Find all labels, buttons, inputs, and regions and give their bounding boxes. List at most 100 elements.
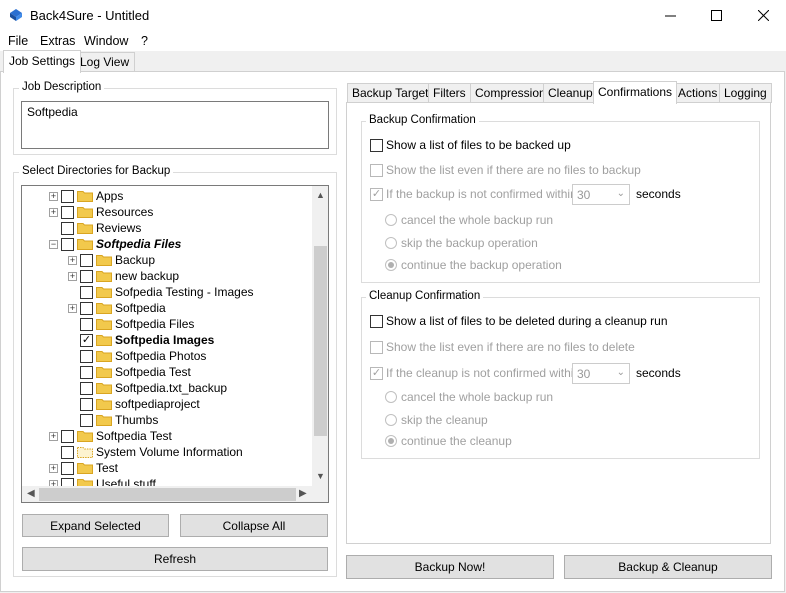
expand-icon[interactable]: +	[49, 207, 58, 217]
cleanup-skip-radio[interactable]	[385, 414, 397, 426]
tree-item[interactable]: Softpedia.txt_backup	[68, 380, 227, 396]
tree-item-checkbox[interactable]	[80, 301, 93, 315]
menu-help[interactable]: ?	[141, 34, 148, 48]
tree-item[interactable]: ✓ Softpedia Images	[68, 332, 214, 348]
expand-icon[interactable]: +	[68, 271, 77, 281]
tree-item[interactable]: + new backup	[68, 268, 179, 284]
scroll-right-arrow-icon[interactable]: ▶	[299, 488, 307, 499]
tree-item-checkbox[interactable]: ✓	[80, 333, 93, 347]
backup-continue-option[interactable]: continue the backup operation	[385, 258, 562, 272]
tree-item-checkbox[interactable]	[61, 461, 74, 475]
refresh-button[interactable]: Refresh	[22, 547, 328, 571]
tree-item[interactable]: + Useful stuff	[49, 476, 156, 486]
minimize-button[interactable]	[647, 0, 693, 31]
cleanup-seconds-combo[interactable]: 30 ⌄	[572, 363, 630, 384]
tree-item-checkbox[interactable]	[61, 221, 74, 235]
tree-item[interactable]: System Volume Information	[49, 444, 243, 460]
tree-item-checkbox[interactable]	[61, 445, 74, 459]
backup-cancel-radio[interactable]	[385, 214, 397, 226]
tree-item[interactable]: Sofpedia Testing - Images	[68, 284, 254, 300]
cleanup-skip-option[interactable]: skip the cleanup	[385, 413, 488, 427]
tree-vertical-scrollbar[interactable]: ▲ ▼	[312, 186, 328, 486]
cleanup-show-list-checkbox[interactable]	[370, 314, 383, 328]
backup-now-button[interactable]: Backup Now!	[346, 555, 554, 579]
tab-actions[interactable]: Actions	[673, 83, 723, 103]
tree-item-checkbox[interactable]	[80, 381, 93, 395]
cleanup-timeout-option[interactable]: ✓ If the cleanup is not confirmed within	[370, 366, 580, 380]
tree-item[interactable]: + Test	[49, 460, 118, 476]
tree-item[interactable]: Thumbs	[68, 412, 158, 428]
tree-item-checkbox[interactable]	[61, 477, 74, 486]
expand-icon[interactable]: +	[49, 463, 58, 473]
job-description-input[interactable]: Softpedia	[21, 101, 329, 149]
tree-item[interactable]: + Softpedia Test	[49, 428, 172, 444]
expand-icon[interactable]: +	[68, 255, 77, 265]
tree-item[interactable]: − Softpedia Files	[49, 236, 181, 252]
expand-icon[interactable]: +	[68, 303, 77, 313]
close-button[interactable]	[740, 0, 786, 31]
backup-skip-option[interactable]: skip the backup operation	[385, 236, 538, 250]
backup-timeout-option[interactable]: ✓ If the backup is not confirmed within	[370, 187, 577, 201]
tree-item-checkbox[interactable]	[80, 253, 93, 267]
backup-cancel-option[interactable]: cancel the whole backup run	[385, 213, 553, 227]
tree-item-checkbox[interactable]	[80, 317, 93, 331]
tree-item[interactable]: Softpedia Photos	[68, 348, 206, 364]
backup-cleanup-button[interactable]: Backup & Cleanup	[564, 555, 772, 579]
tree-item[interactable]: Reviews	[49, 220, 141, 236]
scroll-left-arrow-icon[interactable]: ◀	[27, 488, 35, 499]
tab-job-settings[interactable]: Job Settings	[3, 50, 82, 73]
expand-icon[interactable]: +	[49, 191, 58, 201]
scroll-down-arrow-icon[interactable]: ▼	[316, 471, 325, 481]
directory-tree[interactable]: + Apps + Resources Reviews − Softpedia Files + B…	[21, 185, 329, 503]
tree-item[interactable]: Softpedia Files	[68, 316, 194, 332]
menu-window[interactable]: Window	[84, 34, 128, 48]
tree-item-checkbox[interactable]	[80, 285, 93, 299]
tree-scroll-thumb[interactable]	[314, 246, 327, 436]
tab-filters[interactable]: Filters	[428, 83, 471, 103]
tree-item[interactable]: Softpedia Test	[68, 364, 191, 380]
tab-compression[interactable]: Compression	[470, 83, 551, 103]
cleanup-show-list-option[interactable]: Show a list of files to be deleted durin…	[370, 314, 668, 328]
menu-extras[interactable]: Extras	[40, 34, 75, 48]
tree-item[interactable]: + Backup	[68, 252, 155, 268]
cleanup-continue-radio[interactable]	[385, 435, 397, 447]
cleanup-show-even-if-none-checkbox[interactable]	[370, 340, 383, 354]
tree-item-checkbox[interactable]	[80, 365, 93, 379]
expand-selected-button[interactable]: Expand Selected	[22, 514, 169, 537]
tree-item-checkbox[interactable]	[80, 349, 93, 363]
tree-item-checkbox[interactable]	[61, 237, 74, 251]
tab-log-view[interactable]: Log View	[74, 52, 136, 72]
expand-icon[interactable]: +	[49, 431, 58, 441]
backup-skip-radio[interactable]	[385, 237, 397, 249]
backup-seconds-combo[interactable]: 30 ⌄	[572, 184, 630, 205]
cleanup-timeout-checkbox[interactable]: ✓	[370, 366, 383, 380]
tree-item-checkbox[interactable]	[80, 397, 93, 411]
backup-timeout-checkbox[interactable]: ✓	[370, 187, 383, 201]
backup-show-even-if-none-checkbox[interactable]	[370, 163, 383, 177]
tree-item-checkbox[interactable]	[61, 189, 74, 203]
tab-confirmations[interactable]: Confirmations	[593, 81, 678, 104]
tree-item[interactable]: softpediaproject	[68, 396, 200, 412]
backup-continue-radio[interactable]	[385, 259, 397, 271]
backup-show-even-if-none-option[interactable]: Show the list even if there are no files…	[370, 163, 641, 177]
cleanup-cancel-option[interactable]: cancel the whole backup run	[385, 390, 553, 404]
backup-show-list-checkbox[interactable]	[370, 138, 383, 152]
tree-item-checkbox[interactable]	[80, 269, 93, 283]
menu-file[interactable]: File	[8, 34, 28, 48]
collapse-all-button[interactable]: Collapse All	[180, 514, 328, 537]
tree-item[interactable]: + Softpedia	[68, 300, 166, 316]
backup-show-list-option[interactable]: Show a list of files to be backed up	[370, 138, 571, 152]
tree-item[interactable]: + Apps	[49, 188, 123, 204]
tree-item-checkbox[interactable]	[61, 429, 74, 443]
tree-item-checkbox[interactable]	[61, 205, 74, 219]
maximize-button[interactable]	[693, 0, 739, 31]
tab-logging[interactable]: Logging	[719, 83, 772, 103]
cleanup-show-even-if-none-option[interactable]: Show the list even if there are no files…	[370, 340, 635, 354]
tree-horizontal-scrollbar[interactable]: ◀ ▶	[22, 486, 328, 502]
tab-cleanup[interactable]: Cleanup	[543, 83, 598, 103]
tree-hscroll-thumb[interactable]	[39, 488, 296, 501]
tree-item[interactable]: + Resources	[49, 204, 153, 220]
collapse-icon[interactable]: −	[49, 239, 58, 249]
tab-backup-target[interactable]: Backup Target	[347, 83, 434, 103]
scroll-up-arrow-icon[interactable]: ▲	[316, 190, 325, 200]
